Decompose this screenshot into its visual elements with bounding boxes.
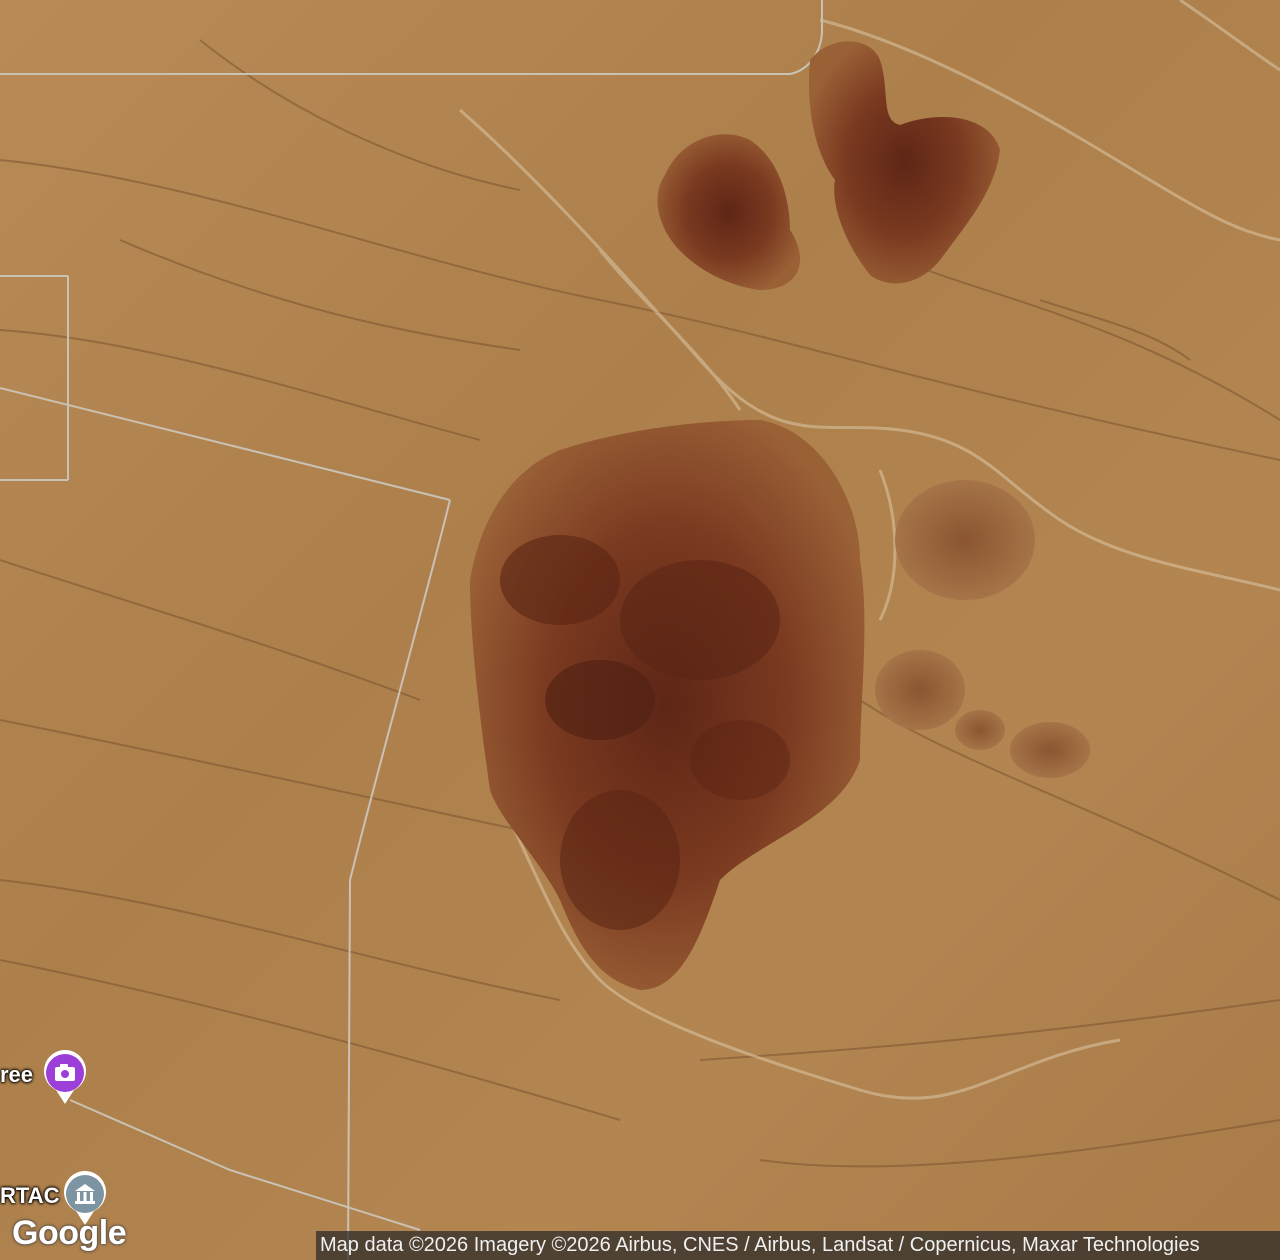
map-attribution: Map data ©2026 Imagery ©2026 Airbus, CNE… (316, 1231, 1280, 1260)
main-hill (470, 420, 865, 990)
photo-marker[interactable] (42, 1050, 88, 1104)
landmark-marker[interactable] (62, 1171, 108, 1225)
satellite-map[interactable]: ree RTAC Google Map data ©2026 Imagery ©… (0, 0, 1280, 1260)
north-hills (657, 41, 1000, 290)
terrain-imagery (0, 0, 1280, 1260)
camera-icon (44, 1050, 86, 1104)
marker-label-photo[interactable]: ree (0, 1062, 33, 1088)
marker-label-landmark[interactable]: RTAC (0, 1183, 59, 1209)
google-logo[interactable]: Google (12, 1214, 127, 1253)
east-hills (875, 480, 1090, 778)
